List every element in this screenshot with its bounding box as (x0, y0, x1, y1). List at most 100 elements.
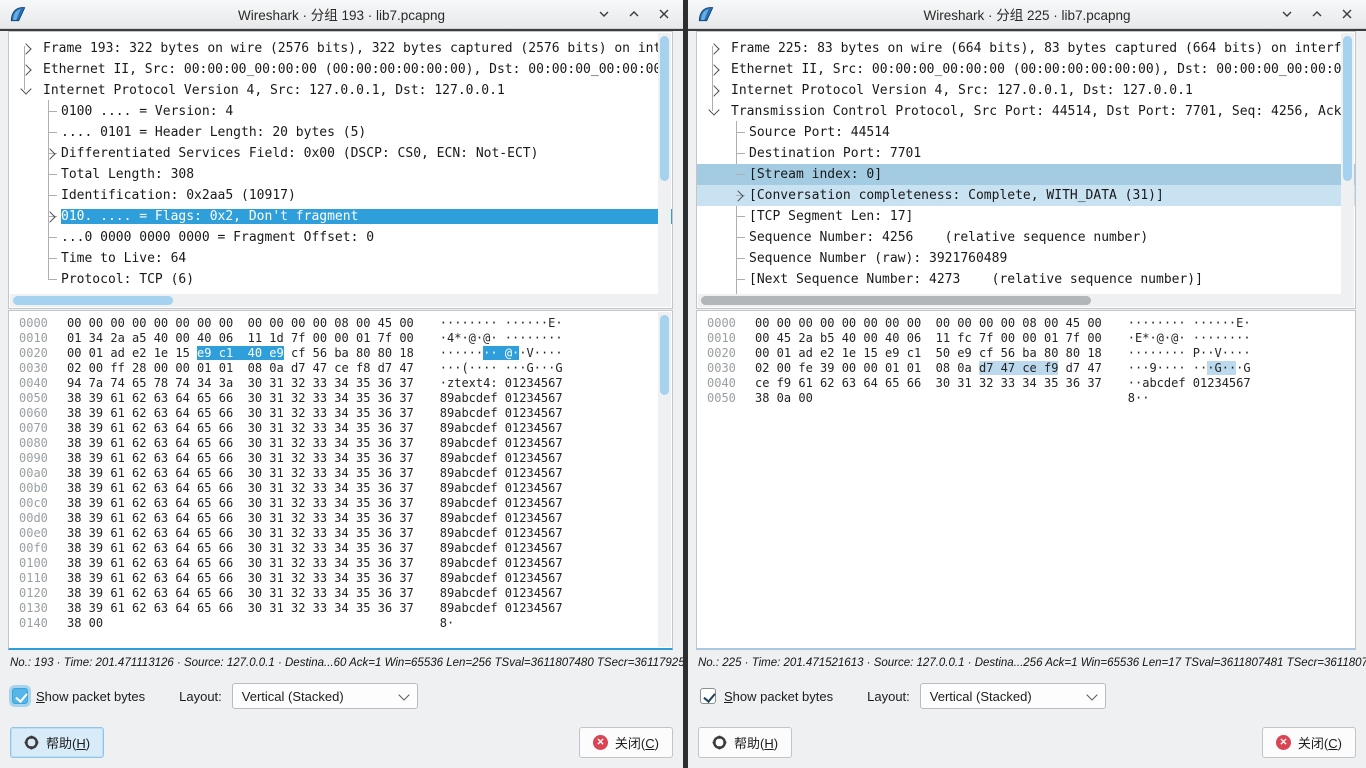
hex-offset: 0100 (19, 556, 53, 571)
collapse-icon[interactable] (708, 104, 719, 115)
hex-bytes: 00 01 ad e2 1e 15 e9 c1 40 e9 cf 56 ba 8… (67, 346, 414, 361)
hex-row[interactable]: 001000 45 2a b5 40 00 40 06 11 fc 7f 00 … (697, 331, 1355, 346)
hex-vertical-scrollbar[interactable] (658, 312, 671, 647)
close-window-icon[interactable] (657, 7, 671, 21)
hex-row[interactable]: 00a038 39 61 62 63 64 65 66 30 31 32 33 … (9, 466, 672, 481)
tree-row[interactable]: Differentiated Services Field: 0x00 (DSC… (9, 143, 672, 164)
scrollbar-thumb[interactable] (660, 315, 669, 395)
collapse-icon[interactable] (20, 83, 31, 94)
scrollbar-thumb[interactable] (660, 36, 669, 181)
expand-icon[interactable] (20, 64, 31, 75)
tree-row[interactable]: Frame 193: 322 bytes on wire (2576 bits)… (9, 38, 672, 59)
tree-row[interactable]: Transmission Control Protocol, Src Port:… (697, 101, 1355, 122)
hex-row[interactable]: 00c038 39 61 62 63 64 65 66 30 31 32 33 … (9, 496, 672, 511)
hex-row[interactable]: 003002 00 ff 28 00 00 01 01 08 0a d7 47 … (9, 361, 672, 376)
tree-row[interactable]: Ethernet II, Src: 00:00:00_00:00:00 (00:… (697, 59, 1355, 80)
desktop: Wireshark · 分组 193 · lib7.pcapng Frame 1… (0, 0, 1366, 768)
hex-row[interactable]: 002000 01 ad e2 1e 15 e9 c1 50 e9 cf 56 … (697, 346, 1355, 361)
packet-bytes-pane[interactable]: 000000 00 00 00 00 00 00 00 00 00 00 00 … (696, 310, 1356, 650)
layout-select[interactable]: Vertical (Stacked) (232, 683, 418, 709)
hex-row[interactable]: 012038 39 61 62 63 64 65 66 30 31 32 33 … (9, 586, 672, 601)
hex-row[interactable]: 011038 39 61 62 63 64 65 66 30 31 32 33 … (9, 571, 672, 586)
hex-row[interactable]: 014038 008· (9, 616, 672, 631)
hex-row[interactable]: 013038 39 61 62 63 64 65 66 30 31 32 33 … (9, 601, 672, 616)
titlebar[interactable]: Wireshark · 分组 193 · lib7.pcapng (0, 0, 683, 29)
expand-icon[interactable] (732, 190, 743, 201)
maximize-icon[interactable] (627, 7, 641, 21)
scrollbar-thumb[interactable] (701, 296, 1091, 305)
scrollbar-thumb[interactable] (13, 296, 173, 305)
expand-icon[interactable] (20, 43, 31, 54)
tree-row[interactable]: ...0 0000 0000 0000 = Fragment Offset: 0 (9, 227, 672, 248)
ascii-bytes: 89abcdef 01234567 (440, 556, 563, 571)
scrollbar-thumb[interactable] (1343, 36, 1352, 181)
tree-horizontal-scrollbar[interactable] (10, 294, 658, 307)
hex-row[interactable]: 008038 39 61 62 63 64 65 66 30 31 32 33 … (9, 436, 672, 451)
hex-row[interactable]: 000000 00 00 00 00 00 00 00 00 00 00 00 … (9, 316, 672, 331)
tree-row[interactable]: Internet Protocol Version 4, Src: 127.0.… (697, 80, 1355, 101)
close-button[interactable]: ✕ 关闭(C) (1262, 727, 1356, 758)
hex-row[interactable]: 005038 39 61 62 63 64 65 66 30 31 32 33 … (9, 391, 672, 406)
hex-row[interactable]: 001001 34 2a a5 40 00 40 06 11 1d 7f 00 … (9, 331, 672, 346)
hex-row[interactable]: 0040ce f9 61 62 63 64 65 66 30 31 32 33 … (697, 376, 1355, 391)
packet-details-tree[interactable]: Frame 193: 322 bytes on wire (2576 bits)… (8, 31, 673, 309)
hex-offset: 0030 (707, 361, 741, 376)
tree-row[interactable]: 010. .... = Flags: 0x2, Don't fragment (9, 206, 672, 227)
minimize-icon[interactable] (597, 7, 611, 21)
hex-row[interactable]: 000000 00 00 00 00 00 00 00 00 00 00 00 … (697, 316, 1355, 331)
close-window-icon[interactable] (1340, 7, 1354, 21)
expand-icon[interactable] (708, 43, 719, 54)
tree-horizontal-scrollbar[interactable] (698, 294, 1341, 307)
expand-icon[interactable] (708, 64, 719, 75)
hex-row[interactable]: 009038 39 61 62 63 64 65 66 30 31 32 33 … (9, 451, 672, 466)
hex-row[interactable]: 00d038 39 61 62 63 64 65 66 30 31 32 33 … (9, 511, 672, 526)
hex-row[interactable]: 00f038 39 61 62 63 64 65 66 30 31 32 33 … (9, 541, 672, 556)
tree-row[interactable]: Sequence Number: 4256 (relative sequence… (697, 227, 1355, 248)
show-packet-bytes-label[interactable]: Show packet bytes (36, 689, 145, 704)
tree-row[interactable]: Identification: 0x2aa5 (10917) (9, 185, 672, 206)
hex-row[interactable]: 006038 39 61 62 63 64 65 66 30 31 32 33 … (9, 406, 672, 421)
hex-row[interactable]: 010038 39 61 62 63 64 65 66 30 31 32 33 … (9, 556, 672, 571)
expand-icon[interactable] (44, 148, 55, 159)
tree-row[interactable]: .... 0101 = Header Length: 20 bytes (5) (9, 122, 672, 143)
hex-row[interactable]: 005038 0a 008·· (697, 391, 1355, 406)
tree-row[interactable]: Protocol: TCP (6) (9, 269, 672, 290)
tree-row[interactable]: Ethernet II, Src: 00:00:00_00:00:00 (00:… (9, 59, 672, 80)
hex-offset: 0120 (19, 586, 53, 601)
show-packet-bytes-label[interactable]: Show packet bytes (724, 689, 833, 704)
tree-row[interactable]: Time to Live: 64 (9, 248, 672, 269)
tree-row[interactable]: Destination Port: 7701 (697, 143, 1355, 164)
show-packet-bytes-checkbox[interactable] (700, 688, 716, 704)
tree-row[interactable]: [Next Sequence Number: 4273 (relative se… (697, 269, 1355, 290)
expand-icon[interactable] (44, 211, 55, 222)
hex-row[interactable]: 003002 00 fe 39 00 00 01 01 08 0a d7 47 … (697, 361, 1355, 376)
tree-row[interactable]: [TCP Segment Len: 17] (697, 206, 1355, 227)
tree-vertical-scrollbar[interactable] (658, 33, 671, 307)
titlebar[interactable]: Wireshark · 分组 225 · lib7.pcapng (688, 0, 1366, 29)
tree-row[interactable]: 0100 .... = Version: 4 (9, 101, 672, 122)
packet-bytes-pane[interactable]: 000000 00 00 00 00 00 00 00 00 00 00 00 … (8, 310, 673, 650)
ascii-bytes: 89abcdef 01234567 (440, 586, 563, 601)
maximize-icon[interactable] (1310, 7, 1324, 21)
minimize-icon[interactable] (1280, 7, 1294, 21)
tree-row[interactable]: [Stream index: 0] (697, 164, 1355, 185)
hex-row[interactable]: 004094 7a 74 65 78 74 34 3a 30 31 32 33 … (9, 376, 672, 391)
tree-row[interactable]: Source Port: 44514 (697, 122, 1355, 143)
hex-row[interactable]: 00e038 39 61 62 63 64 65 66 30 31 32 33 … (9, 526, 672, 541)
hex-row[interactable]: 002000 01 ad e2 1e 15 e9 c1 40 e9 cf 56 … (9, 346, 672, 361)
tree-vertical-scrollbar[interactable] (1341, 33, 1354, 307)
show-packet-bytes-checkbox[interactable] (12, 688, 28, 704)
expand-icon[interactable] (708, 85, 719, 96)
tree-row[interactable]: Total Length: 308 (9, 164, 672, 185)
tree-row[interactable]: Sequence Number (raw): 3921760489 (697, 248, 1355, 269)
close-button[interactable]: ✕ 关闭(C) (579, 727, 673, 758)
layout-select[interactable]: Vertical (Stacked) (920, 683, 1106, 709)
packet-details-tree[interactable]: Frame 225: 83 bytes on wire (664 bits), … (696, 31, 1356, 309)
help-button[interactable]: 帮助(H) (10, 727, 104, 758)
tree-row[interactable]: Internet Protocol Version 4, Src: 127.0.… (9, 80, 672, 101)
help-button[interactable]: 帮助(H) (698, 727, 792, 758)
hex-row[interactable]: 00b038 39 61 62 63 64 65 66 30 31 32 33 … (9, 481, 672, 496)
tree-row[interactable]: Frame 225: 83 bytes on wire (664 bits), … (697, 38, 1355, 59)
hex-row[interactable]: 007038 39 61 62 63 64 65 66 30 31 32 33 … (9, 421, 672, 436)
tree-row[interactable]: [Conversation completeness: Complete, WI… (697, 185, 1355, 206)
